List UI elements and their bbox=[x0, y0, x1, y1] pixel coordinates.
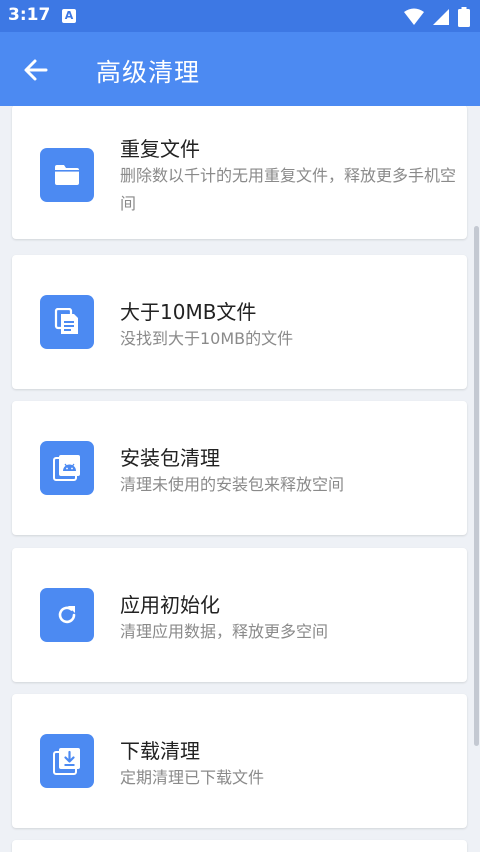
download-icon-box bbox=[40, 734, 94, 788]
card-next-partial[interactable] bbox=[12, 840, 467, 852]
card-description: 定期清理已下载文件 bbox=[120, 768, 265, 787]
apk-icon bbox=[53, 455, 80, 481]
battery-icon bbox=[458, 7, 470, 27]
folder-icon bbox=[55, 165, 79, 185]
notification-icon: A bbox=[62, 9, 76, 23]
card-description: 没找到大于10MB的文件 bbox=[120, 329, 294, 348]
card-title: 重复文件 bbox=[120, 137, 200, 161]
wifi-icon bbox=[404, 8, 424, 25]
card-description: 清理应用数据，释放更多空间 bbox=[120, 622, 329, 641]
scrollbar[interactable] bbox=[474, 226, 479, 746]
card-duplicate-files[interactable]: 重复文件 删除数以千计的无用重复文件，释放更多手机空间 bbox=[12, 106, 467, 239]
refresh-icon bbox=[58, 606, 76, 624]
card-title: 安装包清理 bbox=[120, 446, 220, 470]
page-title: 高级清理 bbox=[96, 58, 201, 87]
card-app-reset[interactable]: 应用初始化 清理应用数据，释放更多空间 bbox=[12, 548, 467, 682]
folder-icon-box bbox=[40, 148, 94, 202]
refresh-icon-box bbox=[40, 588, 94, 642]
card-download-cleanup[interactable]: 下载清理 定期清理已下载文件 bbox=[12, 694, 467, 828]
document-icon-box bbox=[40, 295, 94, 349]
app-bar: 高级清理 bbox=[0, 32, 480, 106]
status-time: 3:17 bbox=[8, 5, 51, 25]
card-apk-cleanup[interactable]: 安装包清理 清理未使用的安装包来释放空间 bbox=[12, 401, 467, 535]
signal-icon bbox=[433, 9, 449, 25]
document-icon bbox=[54, 308, 78, 334]
back-button[interactable] bbox=[18, 52, 54, 88]
card-description: 删除数以千计的无用重复文件，释放更多手机空间 bbox=[120, 166, 457, 213]
status-icons bbox=[404, 7, 470, 27]
download-icon bbox=[53, 748, 80, 775]
card-title: 应用初始化 bbox=[120, 593, 220, 617]
card-title: 大于10MB文件 bbox=[120, 300, 257, 324]
card-description: 清理未使用的安装包来释放空间 bbox=[120, 475, 345, 494]
back-arrow-icon bbox=[24, 59, 48, 81]
card-large-files[interactable]: 大于10MB文件 没找到大于10MB的文件 bbox=[12, 255, 467, 389]
card-title: 下载清理 bbox=[120, 739, 200, 763]
status-bar: 3:17 A bbox=[0, 0, 480, 32]
cleanup-list: 重复文件 删除数以千计的无用重复文件，释放更多手机空间 大于10MB文件 没找到… bbox=[0, 106, 480, 852]
apk-icon-box bbox=[40, 441, 94, 495]
